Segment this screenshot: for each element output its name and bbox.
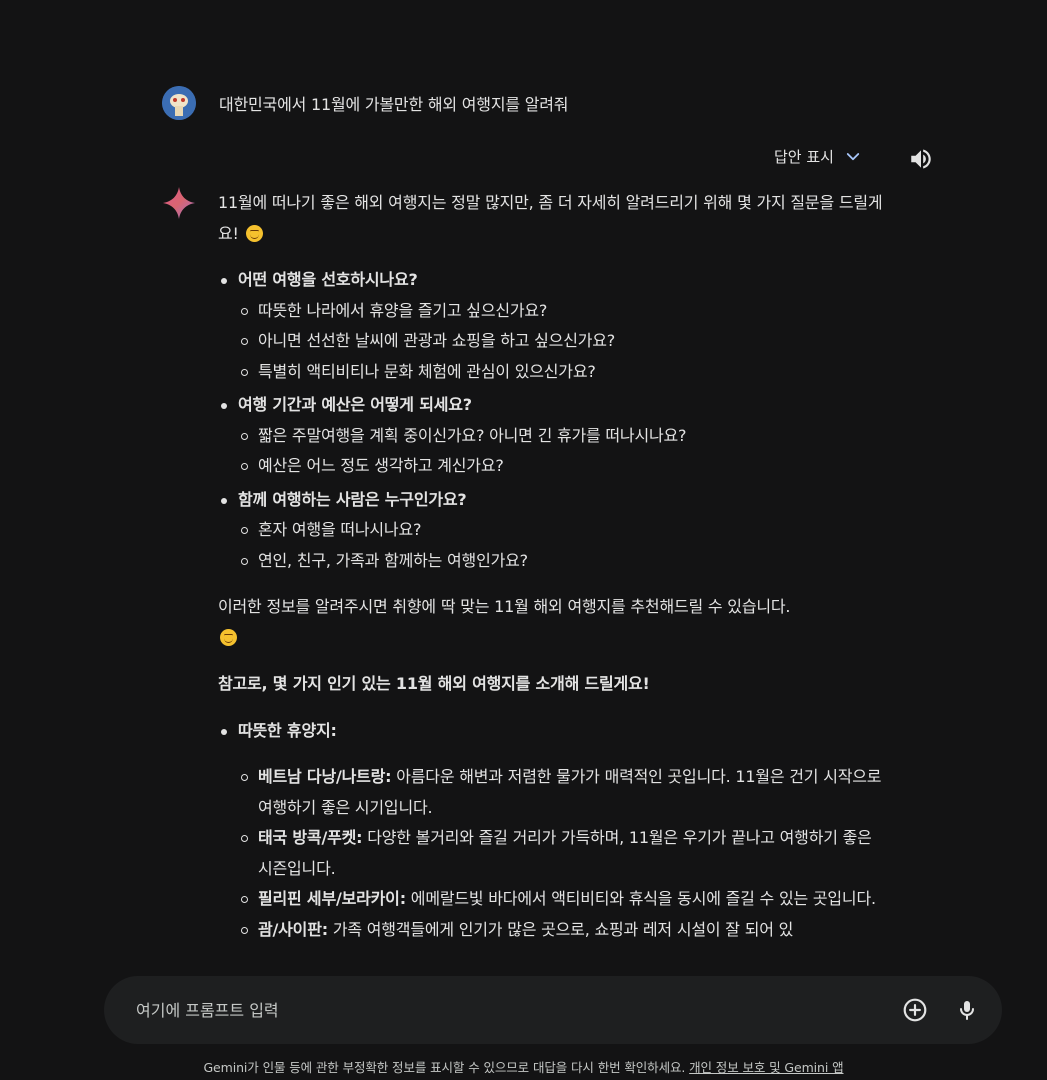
question-sub-item: 예산은 어느 정도 생각하고 계신가요? xyxy=(238,451,888,482)
smiling-emoji-icon xyxy=(245,224,263,242)
volume-icon[interactable] xyxy=(908,146,934,172)
question-item: 함께 여행하는 사람은 누구인가요? 혼자 여행을 떠나시나요? 연인, 친구,… xyxy=(218,485,888,577)
question-sub-item: 특별히 액티비티나 문화 체험에 관심이 있으신가요? xyxy=(238,357,888,388)
prompt-input-bar xyxy=(104,976,1002,1044)
destination-item: 괌/사이판: 가족 여행객들에게 인기가 많은 곳으로, 쇼핑과 레저 시설이 … xyxy=(238,915,888,946)
question-item: 어떤 여행을 선호하시나요? 따뜻한 나라에서 휴양을 즐기고 싶으신가요? 아… xyxy=(218,265,888,387)
gemini-sparkle-icon xyxy=(161,185,197,221)
destination-name: 베트남 다낭/나트랑: xyxy=(258,767,392,786)
footer-disclaimer: Gemini가 인물 등에 관한 부정확한 정보를 표시할 수 있으므로 대답을… xyxy=(0,1057,1047,1076)
question-title: 어떤 여행을 선호하시나요? xyxy=(238,270,418,289)
response-intro-text: 11월에 떠나기 좋은 해외 여행지는 정말 많지만, 좀 더 자세히 알려드리… xyxy=(218,193,883,243)
destination-desc: 에메랄드빛 바다에서 액티비티와 휴식을 동시에 즐길 수 있는 곳입니다. xyxy=(410,889,876,908)
destination-name: 태국 방콕/푸켓: xyxy=(258,828,363,847)
winking-emoji-icon xyxy=(220,628,237,646)
question-sub-item: 아니면 선선한 날씨에 관광과 쇼핑을 하고 싶으신가요? xyxy=(238,326,888,357)
question-title: 여행 기간과 예산은 어떻게 되세요? xyxy=(238,395,472,414)
response-closing: 이러한 정보를 알려주시면 취향에 딱 맞는 11월 해외 여행지를 추천해드릴… xyxy=(218,592,888,653)
reference-heading: 참고로, 몇 가지 인기 있는 11월 해외 여행지를 소개해 드릴게요! xyxy=(218,674,650,693)
chevron-down-icon xyxy=(844,148,862,166)
user-avatar[interactable] xyxy=(162,86,196,120)
user-query-text: 대한민국에서 11월에 가볼만한 해외 여행지를 알려줘 xyxy=(219,95,569,114)
response-intro: 11월에 떠나기 좋은 해외 여행지는 정말 많지만, 좀 더 자세히 알려드리… xyxy=(218,188,888,249)
destination-item: 태국 방콕/푸켓: 다양한 볼거리와 즐길 거리가 가득하며, 11월은 우기가… xyxy=(238,823,888,884)
prompt-input[interactable] xyxy=(134,999,900,1021)
destination-item: 베트남 다낭/나트랑: 아름다운 해변과 저렴한 물가가 매력적인 곳입니다. … xyxy=(238,762,888,823)
plus-circle-icon[interactable] xyxy=(900,995,930,1025)
destination-name: 필리핀 세부/보라카이: xyxy=(258,889,406,908)
disclaimer-text: Gemini가 인물 등에 관한 부정확한 정보를 표시할 수 있으므로 대답을… xyxy=(203,1060,686,1075)
show-drafts-button[interactable]: 답안 표시 xyxy=(774,146,862,167)
model-response: 11월에 떠나기 좋은 해외 여행지는 정말 많지만, 좀 더 자세히 알려드리… xyxy=(218,188,888,945)
question-sub-item: 혼자 여행을 떠나시나요? xyxy=(238,515,888,546)
destination-item: 필리핀 세부/보라카이: 에메랄드빛 바다에서 액티비티와 휴식을 동시에 즐길… xyxy=(238,884,888,915)
question-sub-item: 따뜻한 나라에서 휴양을 즐기고 싶으신가요? xyxy=(238,296,888,327)
question-item: 여행 기간과 예산은 어떻게 되세요? 짧은 주말여행을 계획 중이신가요? 아… xyxy=(218,390,888,482)
category-title: 따뜻한 휴양지: xyxy=(238,720,337,740)
question-title: 함께 여행하는 사람은 누구인가요? xyxy=(238,489,467,509)
destination-category: 따뜻한 휴양지: 베트남 다낭/나트랑: 아름다운 해변과 저렴한 물가가 매력… xyxy=(218,716,888,946)
user-message: 대한민국에서 11월에 가볼만한 해외 여행지를 알려줘 xyxy=(162,86,569,120)
question-sub-item: 연인, 친구, 가족과 함께하는 여행인가요? xyxy=(238,546,888,577)
privacy-link[interactable]: 개인 정보 보호 및 Gemini 앱 xyxy=(689,1060,843,1075)
destination-desc: 가족 여행객들에게 인기가 많은 곳으로, 쇼핑과 레저 시설이 잘 되어 있 xyxy=(332,919,794,939)
question-sub-item: 짧은 주말여행을 계획 중이신가요? 아니면 긴 휴가를 떠나시나요? xyxy=(238,421,888,452)
mic-icon[interactable] xyxy=(952,995,982,1025)
avatar-image xyxy=(162,86,196,120)
gemini-chat-page: 대한민국에서 11월에 가볼만한 해외 여행지를 알려줘 답안 표시 11월에 … xyxy=(0,0,1047,1080)
destination-category-list: 따뜻한 휴양지: 베트남 다낭/나트랑: 아름다운 해변과 저렴한 물가가 매력… xyxy=(218,716,888,946)
destination-name: 괌/사이판: xyxy=(258,919,328,939)
response-closing-text: 이러한 정보를 알려주시면 취향에 딱 맞는 11월 해외 여행지를 추천해드릴… xyxy=(218,597,791,616)
show-drafts-label: 답안 표시 xyxy=(774,148,834,166)
question-list: 어떤 여행을 선호하시나요? 따뜻한 나라에서 휴양을 즐기고 싶으신가요? 아… xyxy=(218,265,888,576)
